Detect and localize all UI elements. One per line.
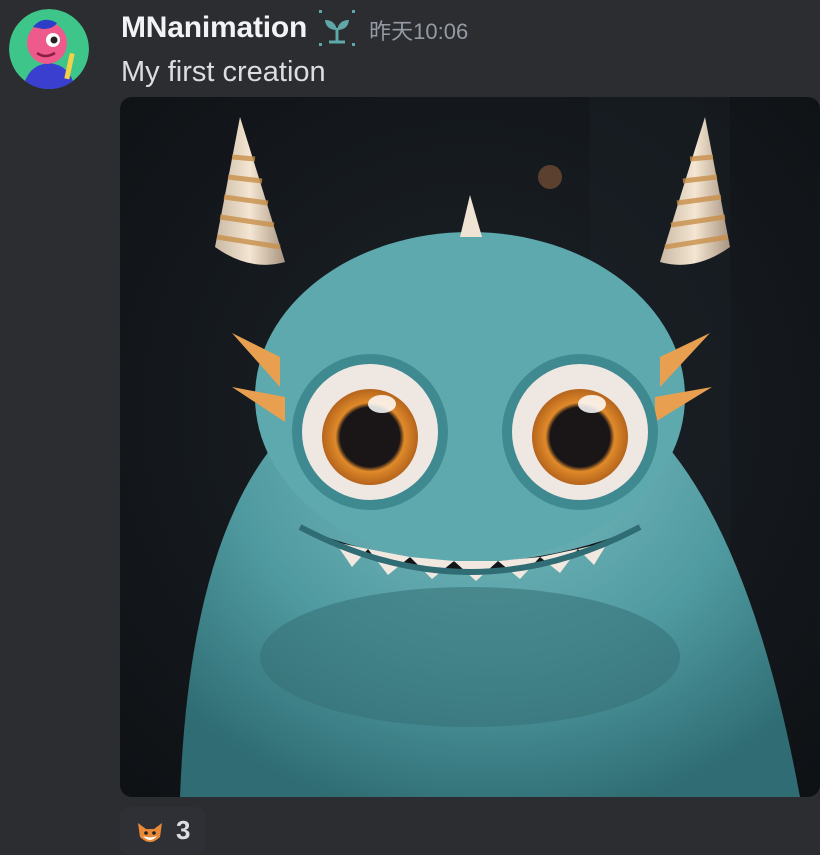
chat-message: MNanimation 昨天10:06 My first creation 3 [0, 0, 820, 855]
user-avatar[interactable] [9, 9, 89, 89]
message-header: MNanimation 昨天10:06 [121, 8, 468, 48]
image-attachment[interactable] [120, 97, 820, 797]
monster-image [120, 97, 820, 797]
reaction-pill[interactable]: 3 [120, 807, 206, 855]
message-timestamp: 昨天10:06 [369, 19, 469, 44]
author-name[interactable]: MNanimation [121, 11, 307, 45]
message-content: My first creation [121, 56, 326, 88]
reaction-count: 3 [176, 815, 191, 845]
fox-emoji-icon [134, 817, 166, 849]
sprout-badge-icon[interactable] [317, 8, 357, 48]
avatar-image [9, 9, 89, 89]
